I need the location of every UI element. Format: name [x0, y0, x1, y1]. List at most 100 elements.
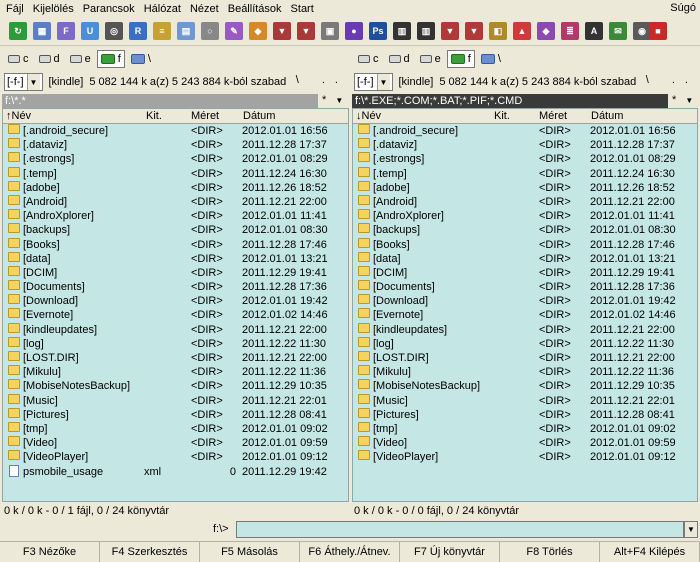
- pack-icon[interactable]: ▼: [273, 22, 291, 40]
- folder-row[interactable]: [DCIM] <DIR> 2011.12.29 19:41: [353, 265, 697, 280]
- folder-row[interactable]: [Android] <DIR> 2011.12.21 22:00: [353, 194, 697, 209]
- folder-row[interactable]: [DCIM] <DIR> 2011.12.29 19:41: [3, 265, 348, 280]
- col-name[interactable]: ↑Név: [6, 110, 31, 122]
- col-ext[interactable]: Kit.: [494, 110, 510, 122]
- col-size[interactable]: Méret: [539, 110, 567, 122]
- image-icon[interactable]: ◧: [489, 22, 507, 40]
- media-icon[interactable]: ●: [345, 22, 363, 40]
- folder-row[interactable]: [backups] <DIR> 2012.01.01 08:30: [3, 223, 348, 237]
- chart-icon[interactable]: ▲: [513, 22, 531, 40]
- menu-file[interactable]: Fájl: [6, 3, 24, 15]
- folder-row[interactable]: [LOST.DIR] <DIR> 2011.12.21 22:00: [353, 351, 697, 365]
- folder-row[interactable]: [.estrongs] <DIR> 2012.01.01 08:29: [3, 152, 348, 166]
- right-path-bar[interactable]: f:\*.EXE;*.COM;*.BAT;*.PIF;*.CMD: [352, 94, 668, 108]
- folder-row[interactable]: [log] <DIR> 2011.12.22 11:30: [353, 336, 697, 351]
- folder-row[interactable]: [.estrongs] <DIR> 2012.01.01 08:29: [353, 152, 697, 166]
- folder-row[interactable]: [data] <DIR> 2012.01.01 13:21: [353, 251, 697, 266]
- chevron-down-icon[interactable]: ▼: [684, 521, 698, 538]
- altf4-exit-button[interactable]: Alt+F4 Kilépés: [600, 542, 700, 562]
- refresh-icon[interactable]: ↻: [9, 22, 27, 40]
- folder-row[interactable]: [Pictures] <DIR> 2011.12.28 08:41: [3, 407, 348, 422]
- menu-settings[interactable]: Beállítások: [228, 3, 282, 15]
- film2-icon[interactable]: ▥: [417, 22, 435, 40]
- folder-row[interactable]: [log] <DIR> 2011.12.22 11:30: [3, 336, 348, 351]
- folder-row[interactable]: [kindleupdates] <DIR> 2011.12.21 22:00: [3, 322, 348, 337]
- sync-icon[interactable]: ◆: [249, 22, 267, 40]
- folder-row[interactable]: [.dataviz] <DIR> 2011.12.28 17:37: [3, 138, 348, 152]
- chevron-down-icon[interactable]: ▼: [685, 96, 693, 105]
- folder-row[interactable]: [.android_secure] <DIR> 2012.01.01 16:56: [353, 124, 697, 138]
- folder-row[interactable]: [tmp] <DIR> 2012.01.01 09:02: [353, 421, 697, 436]
- folder-row[interactable]: [LOST.DIR] <DIR> 2011.12.21 22:00: [3, 351, 348, 365]
- left-drive-d[interactable]: d: [35, 50, 64, 68]
- font-icon[interactable]: A: [585, 22, 603, 40]
- folder-row[interactable]: [AndroXplorer] <DIR> 2012.01.01 11:41: [3, 209, 348, 223]
- up-button[interactable]: ..: [322, 74, 348, 86]
- left-drive-f[interactable]: f: [96, 50, 125, 68]
- archive-icon[interactable]: ▼: [441, 22, 459, 40]
- root-button[interactable]: \: [646, 74, 659, 86]
- folder-row[interactable]: [Documents] <DIR> 2011.12.28 17:36: [353, 280, 697, 294]
- binoculars-icon[interactable]: ◎: [105, 22, 123, 40]
- url-icon[interactable]: U: [81, 22, 99, 40]
- f8-delete-button[interactable]: F8 Törlés: [500, 542, 600, 562]
- folder-row[interactable]: [Evernote] <DIR> 2012.01.02 14:46: [3, 308, 348, 322]
- folder-row[interactable]: [Books] <DIR> 2011.12.28 17:46: [3, 237, 348, 252]
- folder-row[interactable]: [Android] <DIR> 2011.12.21 22:00: [3, 194, 348, 209]
- left-path-bar[interactable]: f:\*.*: [2, 94, 318, 108]
- f3-view-button[interactable]: F3 Nézőke: [0, 542, 100, 562]
- folder-row[interactable]: [Music] <DIR> 2011.12.21 22:01: [3, 393, 348, 408]
- left-file-panel[interactable]: ↑Név Kit. Méret Dátum [.android_secure] <…: [2, 108, 349, 502]
- history-button[interactable]: *: [322, 94, 326, 106]
- thumbnails-icon[interactable]: ▦: [33, 22, 51, 40]
- menu-start[interactable]: Start: [291, 3, 314, 15]
- menu-view[interactable]: Nézet: [190, 3, 219, 15]
- compare-icon[interactable]: ≡: [153, 22, 171, 40]
- menu-selection[interactable]: Kijelölés: [33, 3, 74, 15]
- folder-row[interactable]: [MobiseNotesBackup] <DIR> 2011.12.29 10:35: [3, 379, 348, 393]
- right-file-panel[interactable]: ↓Név Kit. Méret Dátum [.android_secure] <…: [352, 108, 698, 502]
- tag-icon[interactable]: ◆: [537, 22, 555, 40]
- command-input[interactable]: [236, 521, 684, 538]
- f6-move-button[interactable]: F6 Áthely./Átnev.: [300, 542, 400, 562]
- film-icon[interactable]: ▥: [393, 22, 411, 40]
- folder-row[interactable]: [.android_secure] <DIR> 2012.01.01 16:56: [3, 124, 348, 138]
- menu-network[interactable]: Hálózat: [144, 3, 181, 15]
- folder-row[interactable]: [Documents] <DIR> 2011.12.28 17:36: [3, 280, 348, 294]
- col-ext[interactable]: Kit.: [146, 110, 162, 122]
- app-icon[interactable]: ▣: [321, 22, 339, 40]
- left-drive-network[interactable]: \: [127, 50, 155, 68]
- left-drive-select[interactable]: [-f-] ▼: [4, 73, 43, 91]
- f7-newfolder-button[interactable]: F7 Új könyvtár: [400, 542, 500, 562]
- menu-commands[interactable]: Parancsok: [83, 3, 135, 15]
- ftp-icon[interactable]: F: [57, 22, 75, 40]
- folder-row[interactable]: [Music] <DIR> 2011.12.21 22:01: [353, 393, 697, 408]
- folder-row[interactable]: [Download] <DIR> 2012.01.01 19:42: [3, 294, 348, 308]
- folder-row[interactable]: [Mikulu] <DIR> 2011.12.22 11:36: [353, 365, 697, 379]
- up-button[interactable]: ..: [672, 74, 698, 86]
- comment-icon[interactable]: ○: [201, 22, 219, 40]
- chevron-down-icon[interactable]: ▼: [335, 96, 343, 105]
- folder-row[interactable]: [MobiseNotesBackup] <DIR> 2011.12.29 10:35: [353, 379, 697, 393]
- photoshop-icon[interactable]: Ps: [369, 22, 387, 40]
- archive2-icon[interactable]: ▼: [465, 22, 483, 40]
- history-button[interactable]: *: [672, 94, 676, 106]
- folder-row[interactable]: [data] <DIR> 2012.01.01 13:21: [3, 251, 348, 266]
- file-row[interactable]: psmobile_usage xml 0 2011.12.29 19:42: [3, 464, 348, 479]
- right-drive-c[interactable]: c: [354, 50, 383, 68]
- folder-row[interactable]: [tmp] <DIR> 2012.01.01 09:02: [3, 421, 348, 436]
- folder-row[interactable]: [backups] <DIR> 2012.01.01 08:30: [353, 223, 697, 237]
- col-date[interactable]: Dátum: [591, 110, 623, 122]
- folder-row[interactable]: [.temp] <DIR> 2011.12.24 16:30: [353, 166, 697, 181]
- f4-edit-button[interactable]: F4 Szerkesztés: [100, 542, 200, 562]
- folder-row[interactable]: [kindleupdates] <DIR> 2011.12.21 22:00: [353, 322, 697, 337]
- col-name[interactable]: ↓Név: [356, 110, 381, 122]
- right-drive-f[interactable]: f: [446, 50, 475, 68]
- multi-rename-icon[interactable]: R: [129, 22, 147, 40]
- stop-icon[interactable]: ■: [649, 22, 667, 40]
- folder-row[interactable]: [.temp] <DIR> 2011.12.24 16:30: [3, 166, 348, 181]
- col-date[interactable]: Dátum: [243, 110, 275, 122]
- f5-copy-button[interactable]: F5 Másolás: [200, 542, 300, 562]
- calculator-icon[interactable]: ▤: [177, 22, 195, 40]
- folder-row[interactable]: [VideoPlayer] <DIR> 2012.01.01 09:12: [353, 450, 697, 464]
